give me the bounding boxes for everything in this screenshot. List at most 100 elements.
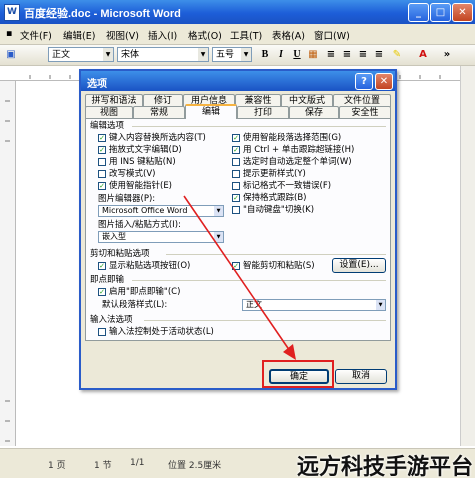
opt-select-word-checkbox[interactable]	[232, 158, 240, 166]
opt-smart-paragraph-checkbox[interactable]: ✓	[232, 134, 240, 142]
opt-drag-drop-label: 拖放式文字编辑(D)	[109, 145, 182, 155]
opt-typing-replaces-label: 键入内容替换所选内容(T)	[109, 133, 206, 143]
enable-click-type-checkbox[interactable]: ✓	[98, 288, 106, 296]
settings-button[interactable]: 设置(E)...	[332, 258, 386, 273]
opt-overtype-label: 改写模式(V)	[109, 169, 156, 179]
menu-item-tools[interactable]: 工具(T)	[230, 28, 262, 42]
default-paragraph-style-label: 默认段落样式(L):	[102, 300, 168, 310]
maximize-button[interactable]: □	[430, 3, 451, 22]
watermark-text: 远方科技手游平台	[296, 455, 473, 480]
align-left-icon[interactable]: ≡	[324, 48, 338, 62]
separator	[166, 254, 386, 255]
opt-typing-replaces-checkbox[interactable]: ✓	[98, 134, 106, 142]
justify-icon[interactable]: ≡	[372, 48, 386, 62]
align-right-icon[interactable]: ≡	[356, 48, 370, 62]
help-button[interactable]: ?	[355, 73, 373, 90]
menu-item-format[interactable]: 格式(O)	[188, 28, 222, 42]
annotation-highlight-box	[262, 360, 334, 388]
ime-control-checkbox[interactable]	[98, 328, 106, 336]
opt-mark-inconsistency-checkbox[interactable]	[232, 182, 240, 190]
font-select[interactable]: 宋体 ▼	[117, 47, 209, 62]
opt-ctrl-click-checkbox[interactable]: ✓	[232, 146, 240, 154]
chevron-down-icon: ▼	[103, 48, 113, 61]
align-center-icon[interactable]: ≡	[340, 48, 354, 62]
status-page: 1 页	[48, 461, 66, 471]
opt-auto-keyboard-label: "自动键盘"切换(K)	[243, 205, 315, 215]
close-window-button[interactable]: ✕	[452, 3, 473, 22]
highlight-icon[interactable]: ✎	[390, 48, 404, 62]
window-title: 百度经验.doc - Microsoft Word	[24, 8, 181, 20]
italic-button[interactable]: I	[274, 48, 288, 62]
separator	[132, 280, 386, 281]
menu-item-file[interactable]: 文件(F)	[20, 28, 52, 42]
chevron-down-icon: ▼	[198, 48, 208, 61]
status-section: 1 节	[94, 461, 112, 471]
opt-select-word-label: 选定时自动选定整个单词(W)	[243, 157, 352, 167]
opt-auto-keyboard-checkbox[interactable]	[232, 206, 240, 214]
picture-editor-value: Microsoft Office Word	[102, 206, 188, 215]
style-value: 正文	[52, 50, 71, 60]
opt-prompt-styles-checkbox[interactable]	[232, 170, 240, 178]
menu-bar: ▪ 文件(F) 编辑(E) 视图(V) 插入(I) 格式(O) 工具(T) 表格…	[0, 24, 475, 45]
separator	[144, 320, 386, 321]
smart-cut-paste-label: 智能剪切和粘贴(S)	[243, 261, 315, 271]
formatting-toolbar: ▣ 正文 ▼ 宋体 ▼ 五号 ▼ B I U ▦ ≡ ≡ ≡ ≡ ✎ A »	[0, 45, 475, 66]
status-pages: 1/1	[130, 458, 145, 468]
cut-paste-header: 剪切和粘贴选项	[90, 249, 150, 259]
opt-ins-paste-label: 用 INS 键粘贴(N)	[109, 157, 176, 167]
font-size-value: 五号	[216, 50, 235, 60]
click-type-header: 即点即输	[90, 275, 125, 285]
default-paragraph-style-select[interactable]: 正文 ▼	[242, 299, 386, 311]
show-paste-buttons-checkbox[interactable]: ✓	[98, 262, 106, 270]
dialog-close-button[interactable]: ✕	[375, 73, 393, 90]
opt-smart-cursor-label: 使用智能指针(E)	[109, 181, 173, 191]
show-paste-buttons-label: 显示粘贴选项按钮(O)	[109, 261, 191, 271]
insert-paste-select[interactable]: 嵌入型 ▼	[98, 231, 224, 243]
opt-overtype-checkbox[interactable]	[98, 170, 106, 178]
edit-tab-panel: 编辑选项 ✓ 键入内容替换所选内容(T) ✓ 拖放式文字编辑(D) 用 INS …	[85, 118, 391, 341]
opt-keep-format-label: 保持格式跟踪(B)	[243, 193, 307, 203]
font-color-button[interactable]: A	[416, 48, 430, 62]
opt-smart-cursor-checkbox[interactable]: ✓	[98, 182, 106, 190]
chevron-down-icon: ▼	[376, 300, 385, 310]
style-select[interactable]: 正文 ▼	[48, 47, 114, 62]
styles-pane-icon[interactable]: ▣	[4, 48, 18, 62]
ime-options-header: 输入法选项	[90, 315, 133, 325]
status-position: 位置 2.5厘米	[168, 461, 222, 471]
minimize-button[interactable]: _	[408, 3, 429, 22]
menu-item-table[interactable]: 表格(A)	[272, 28, 305, 42]
smart-cut-paste-checkbox[interactable]: ✓	[232, 262, 240, 270]
dialog-title-bar: 选项 ? ✕	[81, 71, 395, 91]
opt-mark-inconsistency-label: 标记格式不一致错误(F)	[243, 181, 332, 191]
insert-paste-label: 图片插入/粘贴方式(I):	[98, 220, 181, 230]
font-size-select[interactable]: 五号 ▼	[212, 47, 252, 62]
tab-edit[interactable]: 编辑	[185, 104, 237, 119]
menu-item-window[interactable]: 窗口(W)	[314, 28, 350, 42]
underline-button[interactable]: U	[290, 48, 304, 62]
separator	[132, 126, 386, 127]
ruler-ticks-icon	[5, 100, 10, 442]
border-icon[interactable]: ▦	[306, 48, 320, 62]
menu-item-insert[interactable]: 插入(I)	[148, 28, 177, 42]
chevron-down-icon: ▼	[214, 206, 223, 216]
menu-file[interactable]: ▪	[6, 28, 12, 39]
insert-paste-value: 嵌入型	[102, 232, 126, 241]
ime-control-label: 输入法控制处于活动状态(L)	[109, 327, 214, 337]
cancel-button[interactable]: 取消	[335, 369, 387, 384]
opt-prompt-styles-label: 提示更新样式(Y)	[243, 169, 306, 179]
menu-item-edit[interactable]: 编辑(E)	[63, 28, 95, 42]
opt-keep-format-checkbox[interactable]: ✓	[232, 194, 240, 202]
picture-editor-select[interactable]: Microsoft Office Word ▼	[98, 205, 224, 217]
word-doc-icon: W	[4, 4, 20, 21]
toolbar-options-icon[interactable]: »	[440, 48, 454, 62]
opt-drag-drop-checkbox[interactable]: ✓	[98, 146, 106, 154]
menu-item-view[interactable]: 视图(V)	[106, 28, 139, 42]
opt-ins-paste-checkbox[interactable]	[98, 158, 106, 166]
bold-button[interactable]: B	[258, 48, 272, 62]
enable-click-type-label: 启用"即点即输"(C)	[109, 287, 181, 297]
opt-smart-paragraph-label: 使用智能段落选择范围(G)	[243, 133, 342, 143]
default-paragraph-style-value: 正文	[246, 300, 262, 309]
vertical-ruler[interactable]	[0, 81, 16, 446]
title-bar: W 百度经验.doc - Microsoft Word _ □ ✕	[0, 0, 475, 24]
vertical-scrollbar[interactable]	[460, 66, 475, 446]
